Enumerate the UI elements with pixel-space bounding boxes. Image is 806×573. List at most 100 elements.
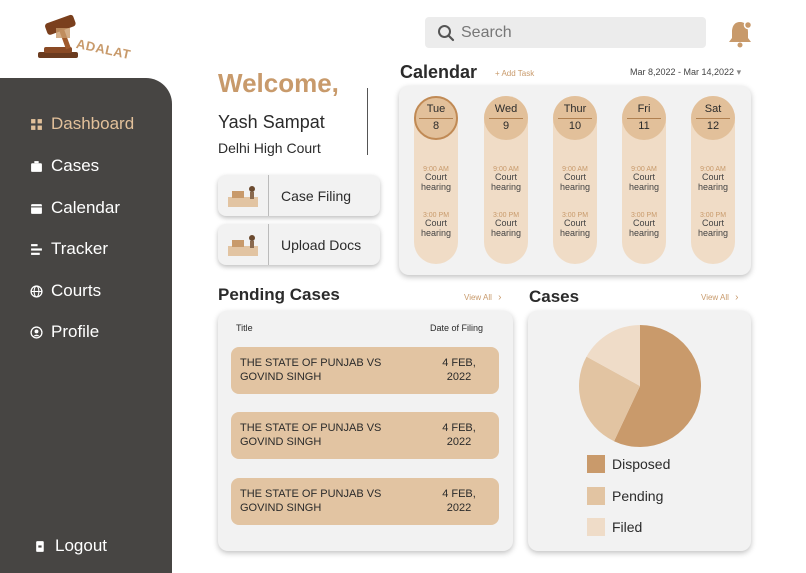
day-header: Fri 11 [622, 96, 666, 140]
date-range-label: Mar 8,2022 - Mar 14,2022 [630, 67, 735, 77]
calendar-icon [31, 203, 42, 214]
day-header: Thur 10 [553, 96, 597, 140]
case-date-line: 4 FEB, [442, 488, 476, 500]
case-title: THE STATE OF PUNJAB VS GOVIND SINGH [240, 357, 410, 385]
event-title: hearing [628, 227, 660, 238]
legend-label: Disposed [612, 456, 671, 472]
case-date-line: 4 FEB, [442, 422, 476, 434]
case-row[interactable]: THE STATE OF PUNJAB VS GOVIND SINGH 4 FEB… [231, 347, 499, 394]
event-title: hearing [490, 181, 522, 192]
case-date: 4 FEB, 2022 [431, 357, 487, 385]
event-title: hearing [697, 181, 729, 192]
logout-button[interactable]: Logout [34, 536, 107, 556]
search-bar [425, 17, 706, 48]
pending-view-all-link[interactable]: View All › [464, 292, 501, 303]
sidebar-item-tracker[interactable]: Tracker [30, 239, 108, 259]
event-title: hearing [559, 181, 591, 192]
day-header: Sat 12 [691, 96, 735, 140]
view-all-label: View All [701, 293, 729, 302]
day-name: Tue [426, 103, 446, 116]
legend-swatch [587, 487, 605, 505]
calendar-day[interactable]: Sat 12 9:00 AM Court hearing 3:00 PM Court he… [691, 96, 735, 264]
legend-item-disposed: Disposed [587, 455, 670, 473]
case-title: THE STATE OF PUNJAB VS GOVIND SINGH [240, 488, 410, 516]
calendar-event[interactable]: 9:00 AM Court hearing [553, 166, 597, 192]
day-name: Thur [563, 103, 587, 116]
case-filing-thumb [218, 175, 269, 216]
globe-icon [30, 284, 43, 298]
case-row[interactable]: THE STATE OF PUNJAB VS GOVIND SINGH 4 FEB… [231, 478, 499, 525]
day-header: Wed 9 [484, 96, 528, 140]
add-task-link[interactable]: + Add Task [495, 69, 534, 78]
calendar-day[interactable]: Tue 8 9:00 AM Court hearing 3:00 PM Court hea… [414, 96, 458, 264]
chevron-down-icon: ▾ [736, 67, 742, 77]
calendar-day[interactable]: Wed 9 9:00 AM Court hearing 3:00 PM Court hea… [484, 96, 528, 264]
case-date-line: 2022 [446, 370, 472, 383]
case-title-line: GOVIND SINGH [240, 370, 322, 383]
cases-view-all-link[interactable]: View All › [701, 292, 738, 303]
day-header: Tue 8 [414, 96, 458, 140]
case-title-line: THE STATE OF PUNJAB VS [240, 488, 382, 500]
calendar-title: Calendar [400, 62, 478, 82]
chevron-right-icon: › [735, 292, 739, 303]
day-date: 11 [638, 119, 650, 132]
user-name: Yash Sampat [218, 112, 325, 132]
case-date-line: 4 FEB, [442, 357, 476, 369]
calendar-event[interactable]: 9:00 AM Court hearing [414, 166, 458, 192]
day-date: 8 [432, 119, 440, 132]
day-date: 10 [568, 119, 582, 132]
event-title: hearing [697, 227, 729, 238]
date-range-select[interactable]: Mar 8,2022 - Mar 14,2022 ▾ [630, 67, 741, 78]
sidebar-item-courts[interactable]: Courts [30, 281, 101, 301]
case-date: 4 FEB, 2022 [431, 488, 487, 516]
calendar-day[interactable]: Thur 10 9:00 AM Court hearing 3:00 PM Court h… [553, 96, 597, 264]
tracker-icon [31, 243, 42, 255]
chevron-right-icon: › [498, 292, 502, 303]
case-row[interactable]: THE STATE OF PUNJAB VS GOVIND SINGH 4 FEB… [231, 412, 499, 459]
sidebar-item-cases[interactable]: Cases [30, 156, 99, 176]
sidebar-item-dashboard[interactable]: Dashboard [30, 114, 134, 134]
notification-bell-icon[interactable] [726, 18, 754, 48]
calendar-event[interactable]: 3:00 PM Court hearing [553, 212, 597, 238]
day-name: Wed [494, 103, 518, 116]
sidebar-item-profile[interactable]: Profile [30, 322, 99, 342]
day-name: Fri [637, 103, 651, 116]
event-title: hearing [420, 227, 452, 238]
event-title: hearing [559, 227, 591, 238]
event-title: hearing [420, 181, 452, 192]
calendar-event[interactable]: 3:00 PM Court hearing [622, 212, 666, 238]
upload-docs-button[interactable]: Upload Docs [218, 224, 380, 265]
calendar-event[interactable]: 9:00 AM Court hearing [691, 166, 735, 192]
day-date: 12 [706, 119, 720, 132]
divider [367, 88, 368, 155]
calendar-event[interactable]: 3:00 PM Court hearing [484, 212, 528, 238]
calendar-event[interactable]: 9:00 AM Court hearing [484, 166, 528, 192]
search-input[interactable] [461, 23, 681, 42]
pending-cases-panel: Title Date of Filing THE STATE OF PUNJAB… [218, 311, 513, 551]
sidebar-item-calendar[interactable]: Calendar [30, 198, 120, 218]
calendar-event[interactable]: 3:00 PM Court hearing [691, 212, 735, 238]
upload-docs-thumb [218, 224, 269, 265]
desk-illustration-icon [228, 234, 258, 256]
user-icon [30, 325, 43, 339]
case-title-line: THE STATE OF PUNJAB VS [240, 422, 382, 434]
calendar-day[interactable]: Fri 11 9:00 AM Court hearing 3:00 PM Court he… [622, 96, 666, 264]
desk-illustration-icon [228, 185, 258, 207]
day-name: Sat [704, 103, 722, 116]
legend-swatch [587, 518, 605, 536]
sidebar-item-label: Calendar [51, 198, 120, 217]
case-title-line: THE STATE OF PUNJAB VS [240, 357, 382, 369]
dashboard-page: ADALAT Dashboard Cases Calendar Tracker … [0, 0, 806, 573]
case-filing-button[interactable]: Case Filing [218, 175, 380, 216]
cases-pie-chart [579, 325, 701, 447]
calendar-event[interactable]: 3:00 PM Court hearing [414, 212, 458, 238]
search-icon[interactable] [437, 24, 455, 42]
event-title: hearing [628, 181, 660, 192]
legend-item-pending: Pending [587, 487, 663, 505]
calendar-event[interactable]: 9:00 AM Court hearing [622, 166, 666, 192]
column-header-date: Date of Filing [430, 323, 484, 333]
sidebar-item-label: Courts [51, 281, 102, 300]
case-title-line: GOVIND SINGH [240, 435, 322, 448]
case-date-line: 2022 [446, 435, 472, 448]
column-header-title: Title [236, 323, 253, 333]
